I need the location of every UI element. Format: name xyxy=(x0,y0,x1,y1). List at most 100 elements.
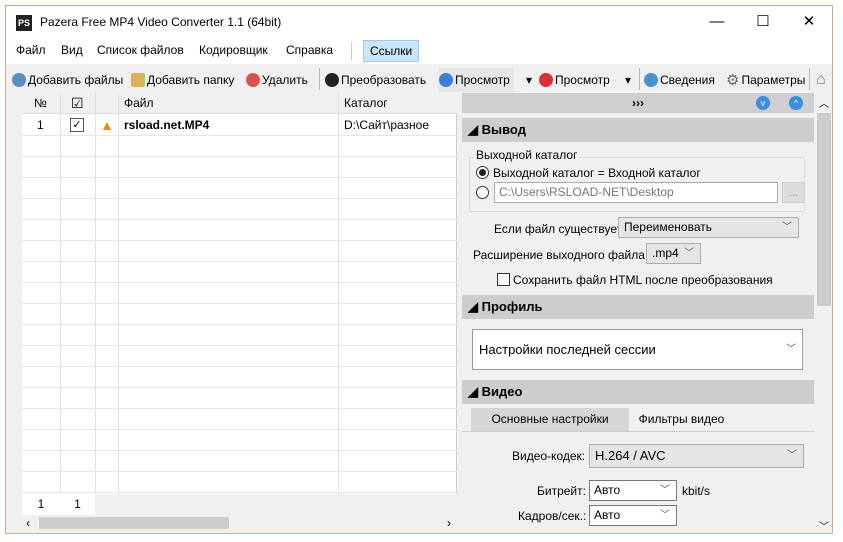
grid-row-line xyxy=(22,324,457,325)
if-exists-value: Переименовать xyxy=(624,220,712,234)
convert-button[interactable]: Преобразовать xyxy=(325,70,426,90)
bitrate-dropdown[interactable]: Авто ﹀ xyxy=(589,480,677,501)
codec-value: H.264 / AVC xyxy=(595,448,666,463)
scroll-down-icon[interactable]: ﹀ xyxy=(819,518,829,533)
radio-same-dir-label: Выходной каталог = Входной каталог xyxy=(493,166,701,180)
scroll-right-icon[interactable]: › xyxy=(447,516,451,530)
extension-dropdown[interactable]: .mp4 ﹀ xyxy=(646,243,701,264)
header-number[interactable]: № xyxy=(34,93,47,114)
info-label: Сведения xyxy=(660,73,715,87)
chevron-down-icon: ﹀ xyxy=(660,510,670,521)
row-file-name[interactable]: rsload.net.MP4 xyxy=(124,115,209,136)
grid-row-line xyxy=(22,345,457,346)
grid-row-line xyxy=(22,219,457,220)
add-folder-icon xyxy=(131,73,145,87)
codec-dropdown[interactable]: H.264 / AVC ﹀ xyxy=(589,444,804,468)
scrollbar-thumb[interactable] xyxy=(817,113,831,306)
grid-row-line xyxy=(22,408,457,409)
vertical-scrollbar[interactable]: ︿ ﹀ xyxy=(816,93,832,533)
radio-custom-dir[interactable] xyxy=(476,186,489,199)
add-files-label: Добавить файлы xyxy=(28,73,124,87)
horizontal-scrollbar[interactable]: ‹ › xyxy=(22,515,457,531)
add-folder-label: Добавить папку xyxy=(147,73,235,87)
preview-button-1[interactable]: Просмотр xyxy=(439,68,514,92)
add-folder-button[interactable]: Добавить папку xyxy=(131,70,234,90)
output-dir-group-label: Выходной каталог xyxy=(474,148,580,162)
extension-label: Расширение выходного файла: xyxy=(473,248,649,262)
section-output[interactable]: ◢ Вывод xyxy=(462,118,814,142)
delete-icon xyxy=(246,73,260,87)
header-check-all[interactable]: ☑ xyxy=(71,93,84,114)
menu-bar: Файл Вид Список файлов Кодировщик Справк… xyxy=(6,38,832,64)
profile-dropdown[interactable]: Настройки последней сессии ﹀ xyxy=(472,329,803,370)
header-directory[interactable]: Каталог xyxy=(344,93,388,114)
expand-all-icon[interactable]: ^ xyxy=(789,96,803,110)
menu-separator xyxy=(351,42,352,60)
menu-links[interactable]: Ссылки xyxy=(363,40,420,62)
scroll-up-icon[interactable]: ︿ xyxy=(819,95,829,110)
menu-help[interactable]: Справка xyxy=(282,43,337,57)
settings-button[interactable]: ⚙ Параметры xyxy=(726,70,805,90)
delete-label: Удалить xyxy=(262,73,308,87)
home-icon[interactable]: ⌂ xyxy=(816,70,826,90)
preview-dropdown-2[interactable]: ▾ xyxy=(625,70,631,90)
browse-button[interactable]: ... xyxy=(782,182,805,203)
if-exists-dropdown[interactable]: Переименовать ﹀ xyxy=(618,217,799,238)
convert-icon xyxy=(325,73,339,87)
tab-video-filters[interactable]: Фильтры видео xyxy=(629,408,734,431)
fps-value: Авто xyxy=(594,508,621,522)
grid-header xyxy=(22,93,457,114)
save-html-checkbox[interactable] xyxy=(497,273,510,286)
extension-value: .mp4 xyxy=(652,246,679,260)
row-checkbox[interactable]: ✓ xyxy=(70,118,84,132)
bitrate-value: Авто xyxy=(594,483,621,497)
info-button[interactable]: Сведения xyxy=(644,70,715,90)
minimize-button[interactable]: — xyxy=(694,6,740,38)
section-profile[interactable]: ◢ Профиль xyxy=(462,295,814,319)
collapse-all-icon[interactable]: v xyxy=(756,96,770,110)
header-file[interactable]: Файл xyxy=(124,93,154,114)
file-grid: № ☑ Файл Каталог 1 ✓ ▲ rsload.net.MP4 D:… xyxy=(22,93,457,514)
vlc-file-icon: ▲ xyxy=(100,117,114,133)
grid-row-line xyxy=(22,471,457,472)
grid-row-line xyxy=(22,198,457,199)
row-number: 1 xyxy=(37,118,44,132)
grid-row-line xyxy=(22,177,457,178)
close-button[interactable]: ✕ xyxy=(786,6,832,38)
if-exists-label: Если файл существует: xyxy=(494,222,626,236)
scrollbar-thumb[interactable] xyxy=(39,517,229,529)
section-video[interactable]: ◢ Видео xyxy=(462,380,814,404)
fps-dropdown[interactable]: Авто ﹀ xyxy=(589,505,677,526)
maximize-button[interactable]: ☐ xyxy=(740,6,786,38)
grid-row-line xyxy=(22,387,457,388)
tab-basic-settings[interactable]: Основные настройки xyxy=(471,408,629,431)
menu-file-list[interactable]: Список файлов xyxy=(93,43,188,57)
preview-button-2[interactable]: Просмотр xyxy=(539,70,610,90)
grid-row-line xyxy=(22,303,457,304)
app-logo-icon: PS xyxy=(16,15,32,31)
scroll-left-icon[interactable]: ‹ xyxy=(26,516,30,530)
add-files-button[interactable]: Добавить файлы xyxy=(12,70,123,90)
delete-button[interactable]: Удалить xyxy=(246,70,308,90)
profile-value: Настройки последней сессии xyxy=(479,342,656,357)
preview-dropdown-1[interactable]: ▾ xyxy=(526,70,532,90)
preview-label: Просмотр xyxy=(555,73,610,87)
title-bar: PS Pazera Free MP4 Video Converter 1.1 (… xyxy=(6,6,832,38)
section-output-title: Вывод xyxy=(481,122,526,137)
grid-footer: 1 1 xyxy=(22,494,457,515)
radio-same-dir[interactable] xyxy=(476,166,489,179)
row-directory: D:\Сайт\разное xyxy=(344,118,430,132)
chevron-down-icon: ﹀ xyxy=(787,450,797,461)
info-icon xyxy=(644,73,658,87)
menu-file[interactable]: Файл xyxy=(12,43,50,57)
grid-row-line xyxy=(22,261,457,262)
toolbar-separator xyxy=(809,68,810,90)
bitrate-label: Битрейт: xyxy=(537,484,586,498)
preview-label: Просмотр xyxy=(455,73,510,87)
grid-row-line xyxy=(22,450,457,451)
gear-icon: ⚙ xyxy=(726,72,740,89)
menu-encoder[interactable]: Кодировщик xyxy=(195,43,272,57)
menu-view[interactable]: Вид xyxy=(57,43,87,57)
chevron-down-icon: ﹀ xyxy=(660,485,670,496)
output-dir-input[interactable]: C:\Users\RSLOAD-NET\Desktop xyxy=(494,182,778,203)
